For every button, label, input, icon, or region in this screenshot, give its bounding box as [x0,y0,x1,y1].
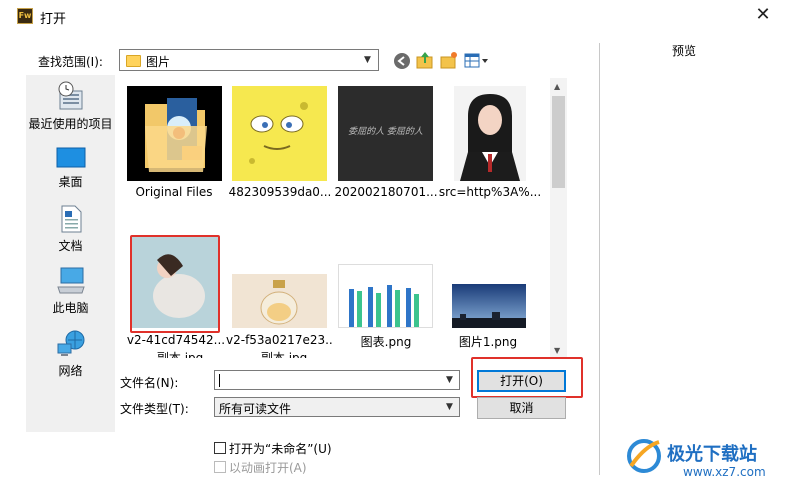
file-thumbnail[interactable] [454,86,526,181]
lookin-value: 图片 [146,55,171,69]
place-label: 最近使用的项目 [28,117,113,131]
text-caret [219,374,220,387]
preview-divider [599,43,600,475]
file-name-line2: - 副本.jpg [252,351,308,358]
back-icon[interactable] [394,53,410,69]
file-name[interactable]: v2-f53a0217e23... [226,333,334,347]
computer-icon [56,267,86,295]
watermark-url: www.xz7.com [683,465,766,479]
chevron-down-icon[interactable]: ▼ [446,375,453,385]
file-thumbnail[interactable]: 委屈的人 委屈的人 [338,86,433,181]
preview-label: 预览 [672,44,697,58]
open-untitled-checkbox[interactable] [214,442,226,454]
animation-label: 以动画打开(A) [229,461,307,475]
file-name[interactable]: 图片1.png [434,333,542,350]
place-label: 桌面 [58,175,83,189]
file-name[interactable]: v2-41cd74542... [122,333,230,347]
view-menu-icon[interactable] [464,53,490,69]
highlight-box-open [471,357,583,398]
recent-items-icon [56,81,86,111]
chevron-down-icon: ▼ [446,402,453,412]
filename-label: 文件名(N): [120,376,179,390]
file-thumbnail[interactable] [452,284,526,328]
watermark-title: 极光下载站 [667,444,757,465]
highlight-box-file [130,235,220,333]
file-name[interactable]: 482309539da0... [226,185,334,199]
place-desktop[interactable]: 桌面 [26,147,115,190]
filename-input[interactable]: ▼ [214,370,460,390]
file-name-line2: - 副本.jpg [148,351,204,358]
close-icon[interactable]: ✕ [752,4,774,26]
file-thumbnail[interactable] [127,86,222,181]
title-bar [0,0,785,32]
filetype-label: 文件类型(T): [120,402,189,416]
scroll-up-icon[interactable]: ▲ [554,82,560,91]
animation-checkbox[interactable] [214,461,226,473]
file-name[interactable]: 202002180701... [332,185,440,199]
desktop-icon [56,147,86,169]
open-untitled-label: 打开为“未命名”(U) [229,442,332,456]
filetype-select[interactable]: 所有可读文件 ▼ [214,397,460,417]
place-documents[interactable]: 文档 [26,205,115,254]
file-thumbnail[interactable] [232,86,327,181]
places-bar: 最近使用的项目 桌面 文档 此电脑 网络 [26,75,115,432]
file-thumbnail[interactable] [338,264,433,328]
new-folder-icon[interactable] [440,51,458,69]
place-label: 文档 [58,239,83,253]
place-this-pc[interactable]: 此电脑 [26,267,115,316]
file-name[interactable]: src=http%3A%... [436,185,544,199]
filetype-value: 所有可读文件 [219,402,292,416]
file-name[interactable]: 图表.png [332,333,440,350]
up-folder-icon[interactable] [416,51,434,69]
place-label: 网络 [58,364,83,378]
folder-icon [126,55,141,67]
file-name[interactable]: Original Files [120,185,228,199]
document-icon [58,205,84,233]
scroll-thumb[interactable] [552,96,565,188]
cancel-button[interactable]: 取消 [477,397,566,419]
window-title: 打开 [40,12,67,27]
scroll-down-icon[interactable]: ▼ [554,346,560,355]
fireworks-app-icon: Fw [17,8,33,24]
watermark-logo-icon [625,436,663,474]
network-icon [56,330,86,358]
chevron-down-icon: ▼ [364,55,371,65]
file-thumbnail[interactable] [232,274,327,328]
place-recent[interactable]: 最近使用的项目 [26,81,115,132]
lookin-label: 查找范围(I): [38,55,103,69]
lookin-dropdown[interactable]: 图片 ▼ [119,49,379,71]
place-label: 此电脑 [52,301,89,315]
handwriting-text: 委屈的人 委屈的人 [348,127,423,137]
file-list-scrollbar[interactable]: ▲ ▼ [550,78,567,358]
place-network[interactable]: 网络 [26,330,115,379]
